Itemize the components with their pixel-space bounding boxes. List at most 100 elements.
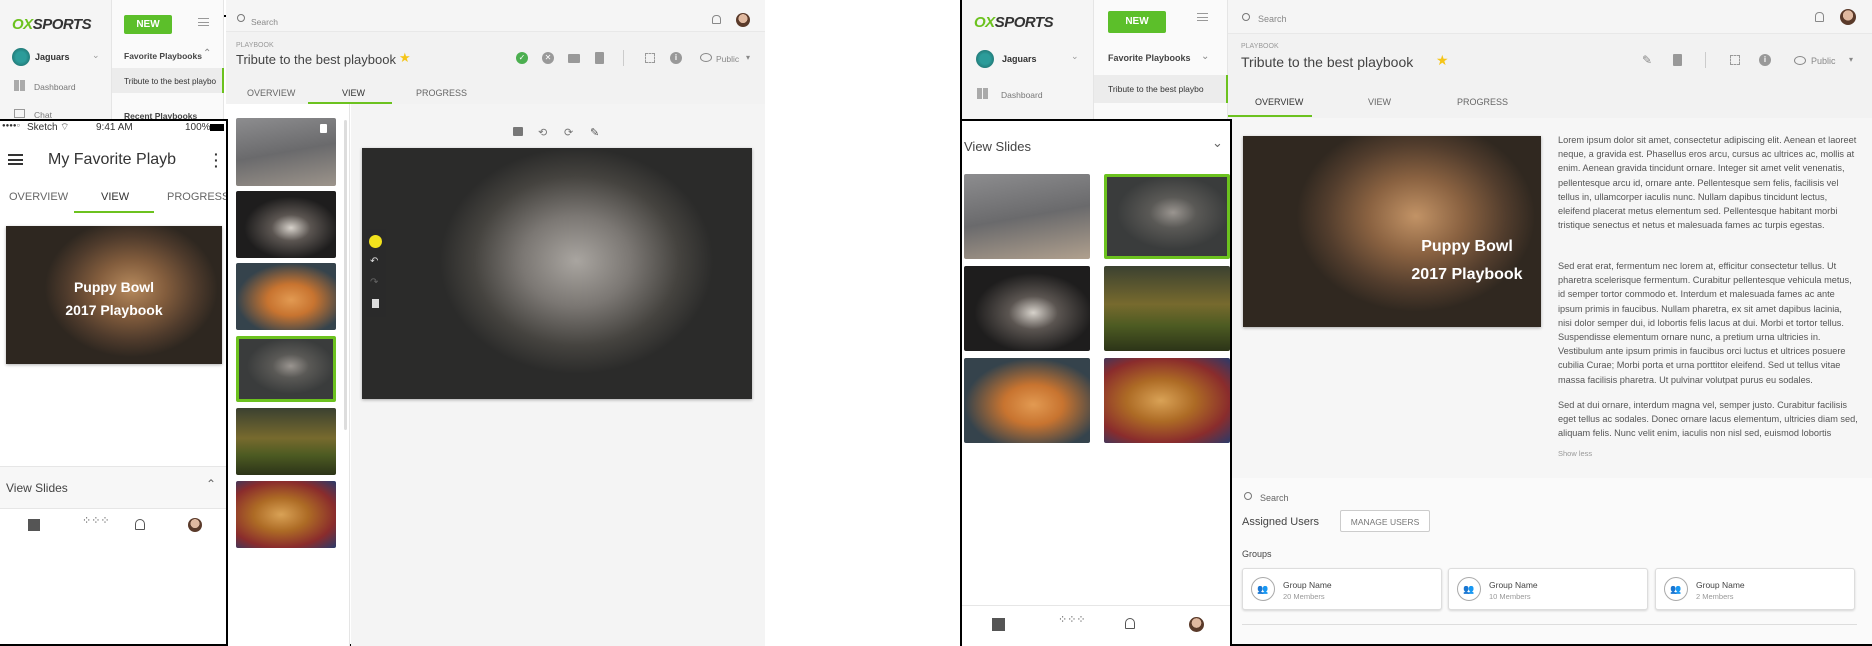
mobile-user-avatar[interactable] <box>1189 617 1204 632</box>
tab-overview[interactable]: OVERVIEW <box>247 88 295 98</box>
eye-icon[interactable] <box>700 53 712 62</box>
hero-line2: 2017 Playbook <box>1411 266 1523 283</box>
tab-overview[interactable]: OVERVIEW <box>1255 97 1303 107</box>
slide-thumb[interactable] <box>236 263 336 330</box>
slide-thumb[interactable] <box>1104 266 1230 351</box>
users-search-input[interactable]: Search <box>1260 493 1289 503</box>
nav-dashboard[interactable]: Dashboard <box>1001 90 1043 100</box>
search-icon <box>1244 492 1252 500</box>
info-icon[interactable]: i <box>1759 54 1771 66</box>
apps-grid-icon[interactable]: ⁘⁘⁘ <box>82 516 110 527</box>
mobile-user-avatar[interactable] <box>188 518 202 532</box>
caret-down-icon[interactable]: ▾ <box>746 53 750 62</box>
group-members: 10 Members <box>1489 592 1531 601</box>
bell-icon[interactable] <box>1125 618 1135 629</box>
chevron-down-icon[interactable]: ⌄ <box>1071 51 1079 62</box>
dashboard-icon[interactable] <box>28 519 40 531</box>
favorites-header[interactable]: Favorite Playbooks <box>124 51 202 61</box>
slide-thumb-selected[interactable] <box>1104 174 1230 259</box>
bell-icon[interactable] <box>712 15 721 24</box>
cancel-circle-icon[interactable]: ✕ <box>542 52 554 64</box>
team-avatar[interactable] <box>12 48 30 66</box>
team-name[interactable]: Jaguars <box>35 52 70 62</box>
trash-icon[interactable] <box>320 124 327 133</box>
nav-dashboard[interactable]: Dashboard <box>34 82 76 92</box>
wifi-icon: ⌔ <box>60 122 70 133</box>
hamburger-icon[interactable] <box>8 154 23 165</box>
slide-thumb[interactable] <box>964 174 1090 259</box>
mobile-tab-progress[interactable]: PROGRESS <box>167 191 226 203</box>
fullscreen-icon[interactable] <box>1730 55 1740 65</box>
divider <box>623 50 624 66</box>
tab-view[interactable]: VIEW <box>342 88 365 98</box>
slide-thumb[interactable] <box>236 408 336 475</box>
info-icon[interactable]: i <box>670 52 682 64</box>
print-icon[interactable] <box>568 54 580 63</box>
bell-icon[interactable] <box>135 519 145 530</box>
tab-progress[interactable]: PROGRESS <box>1457 97 1508 107</box>
search-input[interactable]: Search <box>251 17 278 27</box>
undo-icon[interactable]: ↶ <box>370 256 378 267</box>
slide-canvas[interactable] <box>362 148 752 399</box>
check-circle-icon[interactable]: ✓ <box>516 52 528 64</box>
delete-icon[interactable] <box>595 52 604 64</box>
star-icon[interactable]: ★ <box>399 50 411 66</box>
slide-thumb[interactable] <box>1104 358 1230 443</box>
tab-progress[interactable]: PROGRESS <box>416 88 467 98</box>
comment-icon[interactable] <box>513 127 523 136</box>
draw-icon[interactable]: ✎ <box>590 126 599 139</box>
menu-icon[interactable] <box>1197 13 1208 21</box>
caret-down-icon[interactable]: ▾ <box>1849 55 1853 64</box>
page-title: Tribute to the best playbook <box>236 52 396 67</box>
slide-thumb[interactable] <box>236 481 336 548</box>
menu-icon[interactable] <box>198 18 209 26</box>
visibility-dropdown[interactable]: Public <box>1811 56 1836 66</box>
mobile-hero-image[interactable] <box>6 226 222 364</box>
mobile-tab-overview[interactable]: OVERVIEW <box>9 191 68 203</box>
manage-users-button[interactable]: MANAGE USERS <box>1340 510 1430 532</box>
chevron-down-icon[interactable]: ⌄ <box>1201 51 1209 62</box>
team-name[interactable]: Jaguars <box>1002 54 1037 64</box>
oxsports-logo[interactable]: OXSPORTS <box>12 16 92 33</box>
mobile-tab-view[interactable]: VIEW <box>101 191 129 203</box>
chevron-down-icon[interactable]: ⌄ <box>92 50 100 61</box>
scrollbar[interactable] <box>344 120 347 430</box>
new-button[interactable]: NEW <box>1108 11 1166 33</box>
user-avatar[interactable] <box>1840 9 1856 25</box>
delete-icon[interactable] <box>1673 54 1682 66</box>
group-icon: 👥 <box>1251 577 1275 601</box>
eye-icon[interactable] <box>1794 56 1806 65</box>
erase-icon[interactable] <box>372 299 379 308</box>
assigned-users-label: Assigned Users <box>1242 516 1320 528</box>
slide-thumb-selected[interactable] <box>236 336 336 402</box>
rotate-left-icon[interactable]: ⟲ <box>538 126 547 139</box>
edit-icon[interactable]: ✎ <box>1642 53 1652 67</box>
tab-view[interactable]: VIEW <box>1368 97 1391 107</box>
color-picker-dot[interactable] <box>369 235 382 248</box>
apps-grid-icon[interactable]: ⁘⁘⁘ <box>1058 615 1086 626</box>
star-icon[interactable]: ★ <box>1436 52 1449 69</box>
oxsports-logo[interactable]: OXSPORTS <box>974 14 1054 31</box>
divider <box>1705 52 1706 68</box>
chevron-up-icon[interactable]: ⌃ <box>203 48 211 59</box>
slide-thumb[interactable] <box>964 266 1090 351</box>
dashboard-icon[interactable] <box>992 618 1005 631</box>
chevron-down-icon[interactable]: ⌄ <box>1212 135 1223 151</box>
rotate-right-icon[interactable]: ⟳ <box>564 126 573 139</box>
show-less-link[interactable]: Show less <box>1558 449 1592 458</box>
bell-icon[interactable] <box>1815 12 1824 22</box>
new-button[interactable]: NEW <box>124 15 172 34</box>
fullscreen-icon[interactable] <box>645 53 655 63</box>
team-avatar[interactable] <box>976 50 994 68</box>
visibility-dropdown[interactable]: Public <box>716 54 739 64</box>
redo-icon[interactable]: ↷ <box>370 277 378 288</box>
search-input[interactable]: Search <box>1258 14 1287 24</box>
user-avatar[interactable] <box>736 13 750 27</box>
chevron-up-icon[interactable]: ⌃ <box>206 477 216 491</box>
favorites-header[interactable]: Favorite Playbooks <box>1108 53 1191 63</box>
slide-thumb[interactable] <box>236 191 336 258</box>
slide-thumb[interactable] <box>964 358 1090 443</box>
mobile-phone: ●●●●○ Sketch ⌔ 9:41 AM 100% My Favorite … <box>0 119 228 646</box>
hero-image[interactable] <box>1243 136 1541 327</box>
kebab-menu-icon[interactable]: · · · <box>214 147 219 173</box>
